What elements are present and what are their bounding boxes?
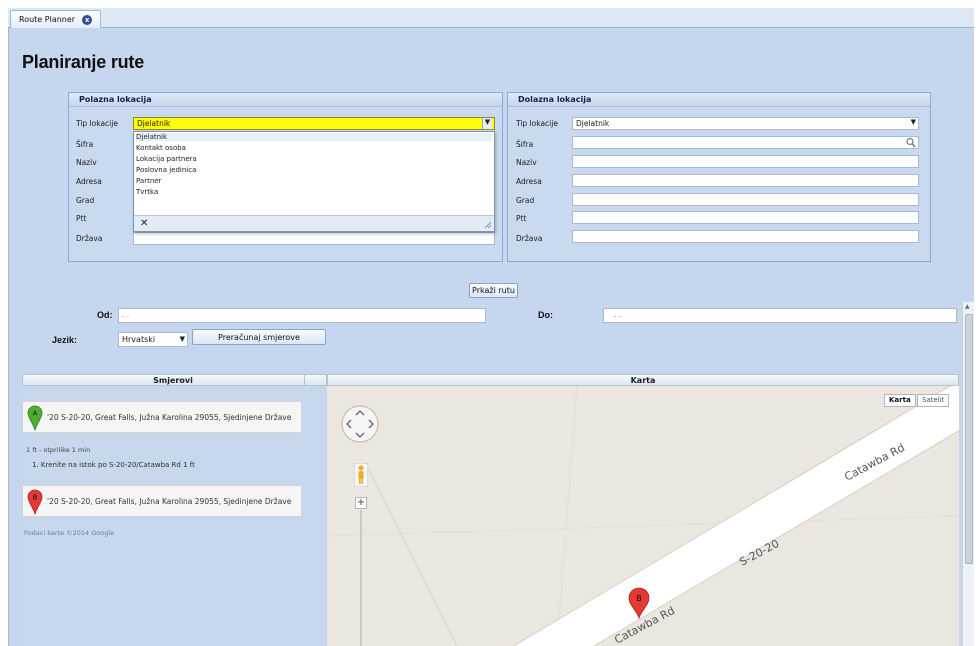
map-type-satellite-button[interactable]: Satelit (917, 394, 950, 407)
page-scrollbar[interactable]: ▲ (962, 302, 974, 646)
start-tip-value: Djelatnik (137, 119, 171, 128)
dropdown-option-tvrtka[interactable]: Tvrtka (136, 188, 158, 196)
map-type-karta-button[interactable]: Karta (884, 394, 916, 407)
start-label-grad: Grad (76, 196, 95, 205)
end-ptt-input[interactable] (572, 211, 919, 224)
map-header: Karta (327, 374, 959, 386)
resize-grip-icon[interactable] (484, 221, 492, 229)
do-value: . . (614, 310, 622, 319)
start-label-adresa: Adresa (76, 177, 102, 186)
start-location-legend: Polazna lokacija (69, 93, 502, 107)
end-label-drzava: Država (516, 234, 543, 243)
dropdown-option-poslovna[interactable]: Poslovna jedinica (136, 166, 196, 174)
start-label-tip: Tip lokacije (76, 119, 118, 128)
start-label-naziv: Naziv (76, 158, 97, 167)
start-address-box[interactable]: A '20 S-20-20, Great Falls, Južna Karoli… (22, 401, 302, 433)
end-label-adresa: Adresa (516, 177, 542, 186)
scroll-up-icon[interactable]: ▲ (965, 303, 970, 310)
recalculate-directions-button[interactable]: Preračunaj smjerove (192, 329, 326, 345)
marker-b-icon: B (27, 489, 43, 515)
tab-route-planner[interactable]: Route Planner x (10, 10, 102, 28)
map-marker-b-label: B (636, 594, 642, 603)
chevron-down-icon[interactable]: ▼ (482, 118, 492, 129)
end-label-sifra: Šifra (516, 140, 534, 149)
chevron-down-icon[interactable]: ▼ (180, 335, 185, 343)
end-drzava-input[interactable] (572, 230, 919, 243)
map-view[interactable]: Catawba Rd S-20-20 Catawba Rd B + Karta … (327, 386, 959, 646)
marker-a-icon: A (27, 405, 43, 431)
tab-bar (8, 8, 974, 28)
zoom-in-button[interactable]: + (355, 497, 367, 509)
start-label-drzava: Država (76, 234, 103, 243)
map-roads: Catawba Rd S-20-20 Catawba Rd B (327, 386, 959, 646)
dropdown-footer: ✕ (134, 215, 494, 231)
direction-step[interactable]: 1. Krenite na istok po S-20-20/Catawba R… (32, 461, 195, 469)
show-route-button[interactable]: Prkaži rutu (469, 283, 518, 298)
start-address-text: '20 S-20-20, Great Falls, Južna Karolina… (47, 413, 292, 422)
od-value: . . (122, 310, 130, 319)
clear-icon[interactable]: ✕ (140, 218, 148, 229)
header-divider (304, 374, 327, 386)
end-grad-input[interactable] (572, 193, 919, 206)
directions-panel: A '20 S-20-20, Great Falls, Južna Karoli… (22, 386, 324, 646)
search-icon[interactable] (906, 137, 916, 148)
start-label-ptt: Ptt (76, 214, 87, 223)
do-input[interactable]: . . (603, 308, 957, 323)
end-label-ptt: Ptt (516, 214, 527, 223)
dropdown-option-djelatnik[interactable]: Djelatnik (136, 133, 492, 141)
start-drzava-input[interactable] (133, 232, 495, 245)
dropdown-option-kontakt[interactable]: Kontakt osoba (136, 144, 186, 152)
scrollbar-thumb[interactable] (965, 314, 973, 564)
pan-control-icon[interactable] (340, 404, 380, 444)
start-tip-dropdown: Djelatnik Kontakt osoba Lokacija partner… (133, 131, 495, 232)
start-label-sifra: Šifra (76, 140, 94, 149)
marker-b-label: B (33, 494, 38, 502)
od-input[interactable]: . . (118, 308, 486, 323)
end-address-text: '20 S-20-20, Great Falls, Južna Karolina… (47, 497, 292, 506)
end-label-tip: Tip lokacije (516, 119, 558, 128)
end-location-legend: Dolazna lokacija (508, 93, 930, 107)
dropdown-option-lokacija[interactable]: Lokacija partnera (136, 155, 197, 163)
jezik-label: Jezik: (52, 335, 78, 345)
page-title: Planiranje rute (22, 52, 145, 72)
tab-label: Route Planner (19, 15, 76, 24)
end-adresa-input[interactable] (572, 174, 919, 187)
do-label: Do: (538, 310, 553, 320)
dropdown-option-partner[interactable]: Partner (136, 177, 161, 185)
end-naziv-input[interactable] (572, 155, 919, 168)
street-view-icon[interactable] (354, 463, 368, 487)
route-summary: 1 ft - otprilike 1 min (26, 446, 91, 454)
end-tip-select[interactable]: Djelatnik ▼ (572, 117, 919, 130)
end-sifra-input[interactable] (572, 136, 919, 149)
language-select[interactable]: Hrvatski ▼ (118, 332, 188, 347)
tab-close-icon[interactable]: x (82, 14, 93, 25)
marker-a-label: A (33, 410, 38, 418)
end-label-grad: Grad (516, 196, 535, 205)
directions-header: Smjerovi (22, 374, 324, 386)
end-label-naziv: Naziv (516, 158, 537, 167)
chevron-down-icon[interactable]: ▼ (911, 118, 916, 126)
zoom-slider-track[interactable] (360, 510, 362, 646)
map-copyright: Podaci karte ©2014 Google (24, 529, 115, 537)
end-address-box[interactable]: B '20 S-20-20, Great Falls, Južna Karoli… (22, 485, 302, 517)
language-value: Hrvatski (122, 335, 156, 344)
od-label: Od: (97, 310, 113, 320)
start-tip-select[interactable]: Djelatnik ▼ (133, 117, 495, 130)
end-tip-value: Djelatnik (576, 119, 610, 128)
